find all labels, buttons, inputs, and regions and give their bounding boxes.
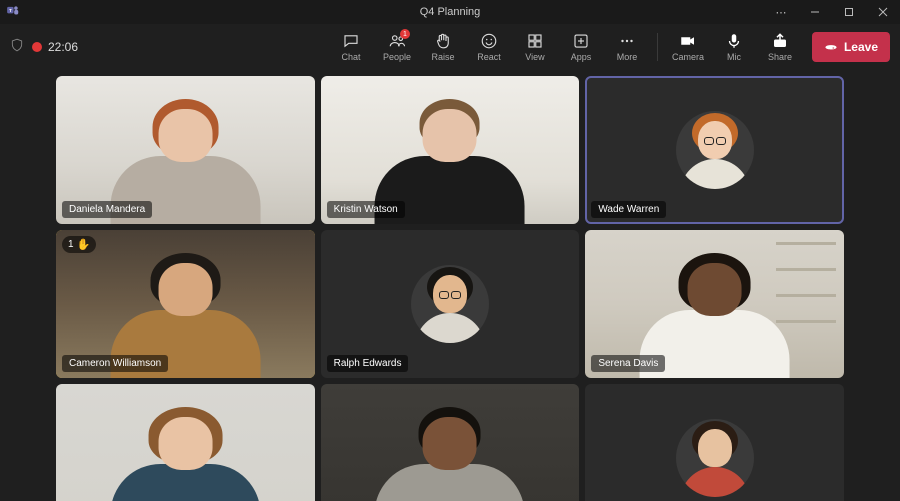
person-figure xyxy=(347,417,554,501)
participant-tile[interactable]: Floyd Miles xyxy=(56,384,315,501)
titlebar: T Q4 Planning ⋯ xyxy=(0,0,900,24)
raise-hand-icon xyxy=(434,32,452,50)
participant-name: Serena Davis xyxy=(591,355,665,372)
apps-label: Apps xyxy=(571,52,592,62)
people-button[interactable]: 1 People xyxy=(375,26,419,68)
participant-tile[interactable]: Jerome Bell xyxy=(321,384,580,501)
apps-button[interactable]: Apps xyxy=(559,26,603,68)
avatar xyxy=(676,419,754,497)
chat-button[interactable]: Chat xyxy=(329,26,373,68)
hand-emoji-icon: ✋ xyxy=(77,238,91,251)
recording-indicator: 22:06 xyxy=(32,40,78,54)
participant-name: Daniela Mandera xyxy=(62,201,152,218)
participant-grid: Daniela Mandera Kristin Watson xyxy=(56,76,844,493)
participant-tile[interactable]: Serena Davis xyxy=(585,230,844,378)
toolbar-left: 22:06 xyxy=(10,38,78,57)
apps-icon xyxy=(572,32,590,50)
mic-label: Mic xyxy=(727,52,741,62)
toolbar-separator xyxy=(657,33,658,61)
view-label: View xyxy=(525,52,544,62)
more-icon xyxy=(618,32,636,50)
share-button[interactable]: Share xyxy=(758,26,802,68)
participant-tile[interactable]: Kristin Watson xyxy=(321,76,580,224)
camera-button[interactable]: Camera xyxy=(666,26,710,68)
participant-tile[interactable]: Savannah Nguyen xyxy=(585,384,844,501)
leave-icon xyxy=(824,39,838,56)
window-minimize-button[interactable] xyxy=(798,0,832,24)
share-label: Share xyxy=(768,52,792,62)
raise-hand-button[interactable]: Raise xyxy=(421,26,465,68)
participant-name: Cameron Williamson xyxy=(62,355,168,372)
leave-label: Leave xyxy=(844,40,878,54)
svg-text:T: T xyxy=(9,8,12,13)
camera-label: Camera xyxy=(672,52,704,62)
teams-icon: T xyxy=(6,4,20,18)
window-maximize-button[interactable] xyxy=(832,0,866,24)
chat-icon xyxy=(342,32,360,50)
share-icon xyxy=(771,32,789,50)
more-label: More xyxy=(617,52,638,62)
toolbar-right: Chat 1 People Raise React View Apps xyxy=(329,26,890,68)
titlebar-more-button[interactable]: ⋯ xyxy=(764,0,798,24)
react-button[interactable]: React xyxy=(467,26,511,68)
view-button[interactable]: View xyxy=(513,26,557,68)
chat-label: Chat xyxy=(341,52,360,62)
more-button[interactable]: More xyxy=(605,26,649,68)
view-icon xyxy=(526,32,544,50)
window-controls: ⋯ xyxy=(764,0,900,24)
hand-count: 1 xyxy=(68,239,74,250)
react-label: React xyxy=(477,52,501,62)
raise-label: Raise xyxy=(431,52,454,62)
avatar xyxy=(411,265,489,343)
people-badge: 1 xyxy=(400,29,410,39)
person-figure xyxy=(82,417,289,501)
leave-button[interactable]: Leave xyxy=(812,32,890,62)
mic-icon xyxy=(725,32,743,50)
participant-name: Ralph Edwards xyxy=(327,355,409,372)
participant-tile[interactable]: Wade Warren xyxy=(585,76,844,224)
record-dot-icon xyxy=(32,42,42,52)
participant-name: Wade Warren xyxy=(591,201,666,218)
people-label: People xyxy=(383,52,411,62)
participant-name: Kristin Watson xyxy=(327,201,405,218)
meeting-duration: 22:06 xyxy=(48,40,78,54)
mic-button[interactable]: Mic xyxy=(712,26,756,68)
participant-tile[interactable]: Ralph Edwards xyxy=(321,230,580,378)
participant-tile[interactable]: Daniela Mandera xyxy=(56,76,315,224)
window-title: Q4 Planning xyxy=(420,6,481,18)
avatar xyxy=(676,111,754,189)
hand-raised-badge: 1 ✋ xyxy=(62,236,96,253)
window-close-button[interactable] xyxy=(866,0,900,24)
camera-icon xyxy=(679,32,697,50)
shield-icon xyxy=(10,38,24,57)
participant-tile[interactable]: 1 ✋ Cameron Williamson xyxy=(56,230,315,378)
participant-grid-wrap: Daniela Mandera Kristin Watson xyxy=(0,70,900,501)
meeting-window: T Q4 Planning ⋯ 22:06 xyxy=(0,0,900,501)
meeting-toolbar: 22:06 Chat 1 People Raise React xyxy=(0,24,900,70)
react-icon xyxy=(480,32,498,50)
